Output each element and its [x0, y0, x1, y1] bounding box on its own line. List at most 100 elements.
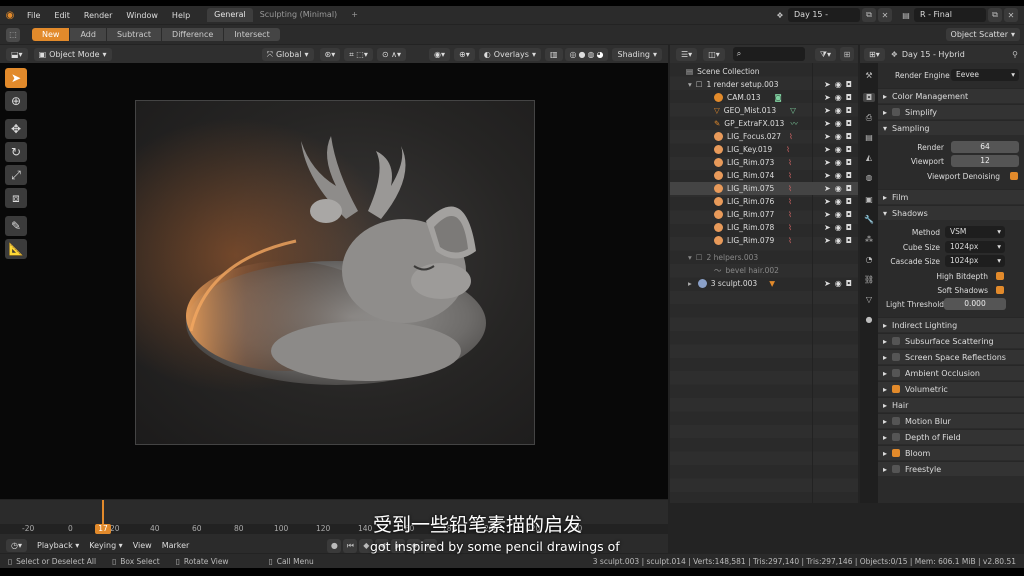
- panel-checkbox[interactable]: [892, 353, 901, 361]
- modifier-tab-icon[interactable]: 🔧: [863, 215, 875, 224]
- annotate-tool-icon[interactable]: ✎: [5, 216, 27, 236]
- record-icon[interactable]: ●: [327, 538, 342, 553]
- eye-icon[interactable]: ◉: [835, 223, 842, 232]
- menu-edit[interactable]: Edit: [47, 11, 77, 20]
- material-tab-icon[interactable]: ●: [863, 315, 875, 324]
- measure-tool-icon[interactable]: 📐: [5, 239, 27, 259]
- outliner-editor-type-icon[interactable]: ☰▾: [676, 47, 698, 61]
- new-scene-icon[interactable]: ⧉: [862, 8, 876, 22]
- tool-tab-icon[interactable]: ⚒: [863, 71, 875, 80]
- outliner-row-selected[interactable]: LIG_Rim.075 ⌇ ➤ ◉ ◘: [670, 182, 858, 195]
- simplify-panel[interactable]: ▸ Simplify: [878, 104, 1024, 119]
- xray-icon[interactable]: ▥: [544, 47, 563, 61]
- menu-render[interactable]: Render: [77, 11, 119, 20]
- rendered-shading-icon[interactable]: ◕: [597, 48, 604, 61]
- timeline-editor-type-icon[interactable]: ◷▾: [6, 539, 27, 552]
- camera-render-icon[interactable]: ◘: [846, 158, 852, 167]
- rotate-tool-icon[interactable]: ↻: [5, 142, 27, 162]
- select-arrow-icon[interactable]: ➤: [824, 223, 831, 232]
- view-layer-field[interactable]: R - Final: [914, 8, 986, 22]
- outliner-row[interactable]: LIG_Rim.079 ⌇ ➤ ◉ ◘: [670, 234, 858, 247]
- outliner-row[interactable]: ▾ ☐ 2 helpers.003: [670, 251, 858, 264]
- eye-icon[interactable]: ◉: [835, 197, 842, 206]
- display-mode-icon[interactable]: ◫▾: [703, 47, 725, 61]
- camera-render-icon[interactable]: ◘: [846, 80, 852, 89]
- select-arrow-icon[interactable]: ➤: [824, 106, 831, 115]
- outliner-row[interactable]: ▸ 3 sculpt.003 ▼ ➤ ◉ ◘: [670, 277, 858, 290]
- render-tab-icon[interactable]: ◘: [863, 93, 875, 102]
- motion-blur-panel[interactable]: ▸ Motion Blur: [878, 413, 1024, 428]
- outliner-row[interactable]: ✎ GP_ExtraFX.013 〰 ➤ ◉ ◘: [670, 117, 858, 130]
- outliner-row[interactable]: CAM.013 ◙ ➤ ◉ ◘: [670, 91, 858, 104]
- menu-window[interactable]: Window: [119, 11, 165, 20]
- delete-scene-icon[interactable]: ✕: [878, 8, 892, 22]
- eye-icon[interactable]: ◉: [835, 171, 842, 180]
- properties-editor-type-icon[interactable]: ⊞▾: [864, 47, 885, 61]
- scene-field[interactable]: Day 15 - Hybrid: [788, 8, 860, 33]
- outliner-row[interactable]: LIG_Rim.077 ⌇ ➤ ◉ ◘: [670, 208, 858, 221]
- cube-size-dropdown[interactable]: 1024px ▾: [945, 241, 1005, 253]
- outliner-row[interactable]: LIG_Key.019 ⌇ ➤ ◉ ◘: [670, 143, 858, 156]
- camera-render-icon[interactable]: ◘: [846, 210, 852, 219]
- shading-dropdown[interactable]: Shading ▾: [612, 47, 662, 61]
- select-arrow-icon[interactable]: ➤: [824, 119, 831, 128]
- eye-icon[interactable]: ◉: [835, 158, 842, 167]
- material-shading-icon[interactable]: ◍: [588, 48, 595, 61]
- shading-modes[interactable]: ◎ ● ◍ ◕: [564, 47, 609, 61]
- select-arrow-icon[interactable]: ➤: [824, 210, 831, 219]
- hair-panel[interactable]: ▸ Hair: [878, 397, 1024, 412]
- keying-menu[interactable]: Keying ▾: [89, 541, 122, 550]
- expand-arrow-icon[interactable]: ▾: [688, 253, 692, 262]
- select-arrow-icon[interactable]: ➤: [824, 171, 831, 180]
- camera-render-icon[interactable]: ◘: [846, 132, 852, 141]
- simplify-checkbox[interactable]: [892, 108, 901, 116]
- camera-render-icon[interactable]: ◘: [846, 236, 852, 245]
- soft-shadows-checkbox[interactable]: [996, 286, 1004, 294]
- panel-checkbox[interactable]: [892, 369, 901, 377]
- ambient-occlusion-panel[interactable]: ▸ Ambient Occlusion: [878, 365, 1024, 380]
- outliner-row[interactable]: LIG_Rim.076 ⌇ ➤ ◉ ◘: [670, 195, 858, 208]
- select-arrow-icon[interactable]: ➤: [824, 236, 831, 245]
- box-select-tool-icon[interactable]: ⬚: [6, 27, 20, 42]
- camera-render-icon[interactable]: ◘: [846, 171, 852, 180]
- select-arrow-icon[interactable]: ➤: [824, 80, 831, 89]
- tab-sculpting-minimal[interactable]: Sculpting (Minimal): [253, 8, 344, 22]
- filter-icon[interactable]: ⧩▾: [814, 47, 836, 61]
- light-threshold-field[interactable]: 0.000: [944, 298, 1006, 310]
- indirect-lighting-panel[interactable]: ▸ Indirect Lighting: [878, 317, 1024, 332]
- high-bitdepth-checkbox[interactable]: [996, 272, 1004, 280]
- camera-render-icon[interactable]: ◘: [846, 184, 852, 193]
- camera-render-icon[interactable]: ◘: [846, 93, 852, 102]
- data-tab-icon[interactable]: ▽: [863, 295, 875, 304]
- current-frame-indicator[interactable]: 17: [95, 524, 111, 534]
- eye-icon[interactable]: ◉: [835, 93, 842, 102]
- op-intersect-button[interactable]: Intersect: [224, 28, 280, 41]
- new-view-layer-icon[interactable]: ⧉: [988, 8, 1002, 22]
- select-arrow-icon[interactable]: ➤: [824, 197, 831, 206]
- expand-arrow-icon[interactable]: ▸: [688, 279, 692, 288]
- solid-shading-icon[interactable]: ●: [579, 48, 586, 61]
- camera-render-icon[interactable]: ◘: [846, 145, 852, 154]
- outliner-row[interactable]: LIG_Focus.027 ⌇ ➤ ◉ ◘: [670, 130, 858, 143]
- screen-space-reflections-panel[interactable]: ▸ Screen Space Reflections: [878, 349, 1024, 364]
- cascade-size-dropdown[interactable]: 1024px ▾: [945, 255, 1005, 267]
- outliner-row[interactable]: ▤ Scene Collection: [670, 65, 858, 78]
- object-scatter-dropdown[interactable]: Object Scatter ▾: [945, 28, 1020, 41]
- delete-view-layer-icon[interactable]: ✕: [1004, 8, 1018, 22]
- shadows-panel[interactable]: ▾ Shadows: [878, 205, 1024, 220]
- camera-render-icon[interactable]: ◘: [846, 119, 852, 128]
- render-engine-dropdown[interactable]: Eevee ▾: [951, 69, 1019, 81]
- wireframe-shading-icon[interactable]: ◎: [570, 48, 577, 61]
- shadow-method-dropdown[interactable]: VSM ▾: [945, 226, 1005, 238]
- film-panel[interactable]: ▸ Film: [878, 189, 1024, 204]
- freestyle-panel[interactable]: ▸ Freestyle: [878, 461, 1024, 476]
- render-samples-field[interactable]: 64: [951, 141, 1019, 153]
- eye-icon[interactable]: ◉: [835, 132, 842, 141]
- viewport-samples-field[interactable]: 12: [951, 155, 1019, 167]
- scale-tool-icon[interactable]: ⤢: [5, 165, 27, 185]
- op-new-button[interactable]: New: [32, 28, 70, 41]
- volumetric-panel[interactable]: ▸ Volumetric: [878, 381, 1024, 396]
- color-management-panel[interactable]: ▸ Color Management: [878, 88, 1024, 103]
- pin-icon[interactable]: ⚲: [1012, 50, 1018, 59]
- panel-checkbox[interactable]: [892, 385, 901, 393]
